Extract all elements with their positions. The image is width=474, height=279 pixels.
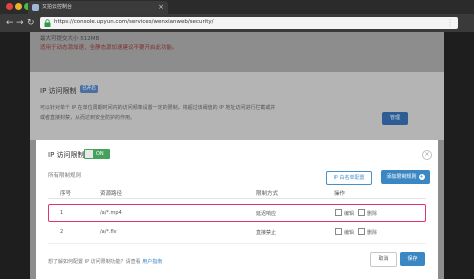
delete-icon — [358, 209, 365, 216]
column-header-index: 序号 — [60, 191, 72, 197]
edit-label: 编辑 — [344, 211, 355, 217]
max-size-text: 最大可提交大小 512MB — [40, 36, 100, 42]
browser-tab[interactable]: 又拍云控制台 × — [28, 1, 168, 14]
ip-limit-card: IP 访问限制 已开启 可以针对单个 IP 在单位周期时间内的访问频率设置一定的… — [30, 72, 444, 140]
url-text: https://console.upyun.com/services/wenxi… — [54, 19, 214, 25]
save-button[interactable]: 保存 — [400, 252, 425, 266]
delete-label: 删除 — [367, 230, 378, 236]
edit-icon — [335, 228, 342, 235]
add-rule-button[interactable]: 添加限制规则 + — [381, 170, 430, 184]
add-rule-label: 添加限制规则 — [386, 174, 417, 180]
ip-limit-modal: IP 访问限制 ON × 所有限制规则 IP 白名单配置 添加限制规则 + 序号 … — [36, 140, 438, 279]
reload-icon[interactable]: ↻ — [27, 17, 35, 29]
ip-limit-card-title: IP 访问限制 — [40, 87, 77, 95]
help-text-label: 想了解如何配置 IP 访问限制功能？请查看 — [48, 259, 141, 265]
delete-label: 删除 — [367, 211, 378, 217]
rules-subtitle: 所有限制规则 — [48, 173, 82, 179]
user-guide-link[interactable]: 用户指南 — [142, 259, 162, 265]
tab-close-icon[interactable]: × — [158, 2, 164, 12]
edit-label: 编辑 — [344, 230, 355, 236]
address-bar-row: ← → ↻ https://console.upyun.com/services… — [0, 14, 474, 32]
toggle-knob — [85, 150, 93, 158]
ip-limit-status-badge: 已开启 — [80, 85, 98, 93]
row-method: 直接禁止 — [256, 230, 277, 236]
minimize-window-button[interactable] — [15, 3, 22, 10]
manage-button[interactable]: 管理 — [382, 112, 408, 125]
table-row: 2 /a/*.flv 直接禁止 编辑 删除 — [48, 224, 426, 242]
toggle-label: ON — [96, 151, 104, 157]
row-index: 2 — [60, 229, 64, 235]
forward-arrow-icon[interactable]: → — [16, 17, 24, 29]
ip-whitelist-config-button[interactable]: IP 白名单配置 — [326, 171, 372, 185]
edit-icon — [335, 209, 342, 216]
row-delete-button[interactable]: 删除 — [358, 209, 377, 217]
modal-close-icon[interactable]: × — [422, 150, 432, 160]
browser-menu-icon[interactable]: ⋮ — [446, 18, 454, 28]
column-header-method: 限制方式 — [256, 191, 279, 197]
back-arrow-icon[interactable]: ← — [6, 17, 14, 29]
modal-title: IP 访问限制 — [48, 151, 85, 159]
tab-title: 又拍云控制台 — [42, 4, 73, 10]
close-window-button[interactable] — [6, 3, 13, 10]
ip-limit-toggle[interactable]: ON — [84, 149, 110, 159]
row-path: /a/*.mp4 — [100, 210, 122, 216]
address-bar[interactable]: https://console.upyun.com/services/wenxi… — [40, 17, 458, 29]
ip-limit-description: 可以针对单个 IP 在单位周期时间内的访问频率设置一定的限制，将超过该阈值的 I… — [40, 105, 276, 111]
row-path: /a/*.flv — [100, 229, 117, 235]
favicon-icon — [32, 4, 39, 11]
lock-icon — [44, 19, 51, 27]
ip-limit-description-2: 或者直接封禁，从而达到安全防护的作用。 — [40, 115, 136, 121]
column-header-path: 资源路径 — [100, 191, 123, 197]
column-header-actions: 操作 — [334, 191, 346, 197]
row-method: 延迟响应 — [256, 211, 277, 217]
table-row-divider — [48, 243, 426, 244]
row-index: 1 — [60, 210, 64, 216]
help-text: 想了解如何配置 IP 访问限制功能？请查看 用户指南 — [48, 258, 162, 265]
browser-chrome: 又拍云控制台 × ← → ↻ https://console.upyun.com… — [0, 0, 474, 32]
row-edit-button[interactable]: 编辑 — [335, 209, 354, 217]
delete-icon — [358, 228, 365, 235]
cancel-button[interactable]: 取消 — [370, 252, 397, 267]
table-row: 1 /a/*.mp4 延迟响应 编辑 删除 — [48, 204, 426, 222]
warning-text: 适用于动态源加速，全静态源加速建议不要开启此功能。 — [40, 45, 178, 51]
row-delete-button[interactable]: 删除 — [358, 228, 377, 236]
table-header-divider — [48, 198, 426, 199]
background-page: 最大可提交大小 512MB 适用于动态源加速，全静态源加速建议不要开启此功能。 … — [30, 32, 444, 140]
plus-icon: + — [418, 174, 425, 180]
row-edit-button[interactable]: 编辑 — [335, 228, 354, 236]
